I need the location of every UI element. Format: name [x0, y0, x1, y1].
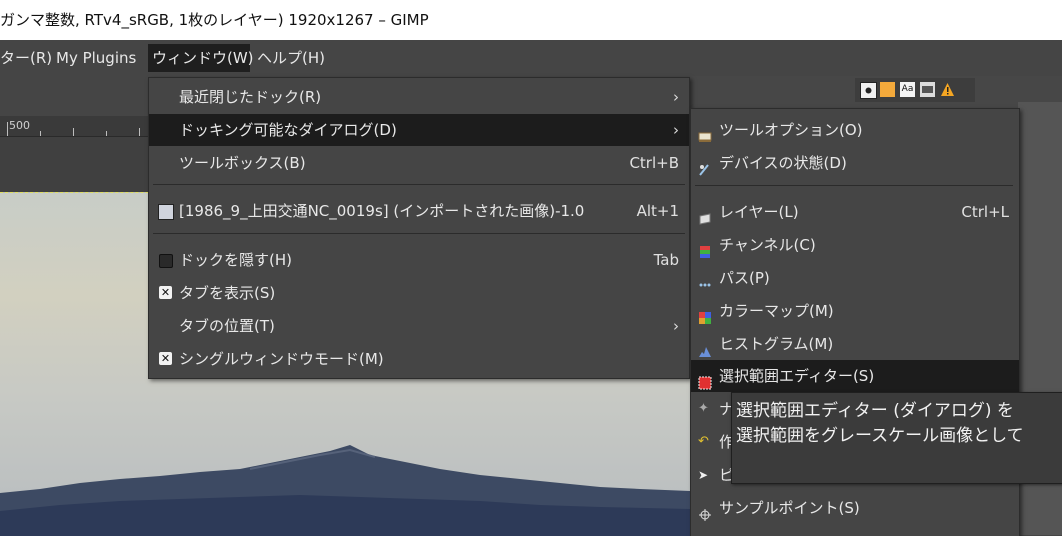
- checkbox-unchecked-icon: [159, 254, 173, 268]
- window-title: ガンマ整数, RTv4_sRGB, 1枚のレイヤー) 1920x1267 – G…: [0, 11, 429, 29]
- sample-points-item[interactable]: サンプルポイント(S): [691, 492, 1019, 524]
- chevron-right-icon: ›: [673, 121, 679, 139]
- tool-options-item[interactable]: ツールオプション(O): [691, 114, 1019, 146]
- ruler-label: 500: [9, 119, 30, 132]
- menu-item-label: 最近閉じたドック(R): [179, 88, 322, 106]
- fonts-icon[interactable]: Aa: [900, 82, 915, 97]
- menu-item-accel: Ctrl+L: [961, 203, 1009, 221]
- menu-item-accel: Tab: [653, 251, 679, 269]
- menu-separator: [695, 185, 1013, 186]
- tab-position-item[interactable]: タブの位置(T) ›: [149, 310, 689, 342]
- checkbox-checked-icon: ✕: [159, 352, 172, 365]
- menu-item-label: シングルウィンドウモード(M): [179, 350, 384, 368]
- menu-separator: [153, 184, 685, 185]
- layers-icon: [698, 205, 712, 225]
- colormap-item[interactable]: カラーマップ(M): [691, 295, 1019, 327]
- document-history-icon[interactable]: [920, 82, 935, 97]
- chevron-right-icon: ›: [673, 88, 679, 106]
- device-status-icon: [698, 156, 712, 176]
- menu-item-label: デバイスの状態(D): [719, 154, 847, 172]
- tool-options-icon: [698, 123, 712, 142]
- channels-icon: [698, 238, 712, 258]
- ruler-tick: [106, 131, 107, 136]
- ruler-tick: [7, 122, 8, 136]
- menu-item-label: ツールオプション(O): [719, 121, 863, 139]
- navigation-icon: ✦: [698, 401, 709, 416]
- menu-item-label: 選択範囲エディター(S): [719, 367, 875, 385]
- channels-item[interactable]: チャンネル(C): [691, 229, 1019, 261]
- menu-item-accel: Alt+1: [636, 202, 679, 220]
- pointer-icon: ➤: [698, 468, 709, 482]
- menu-item-label: パス(P): [719, 269, 770, 287]
- windows-menu: 最近閉じたドック(R) › ドッキング可能なダイアログ(D) › ツールボックス…: [148, 77, 690, 379]
- pointer-icon[interactable]: [860, 82, 877, 99]
- histogram-item[interactable]: ヒストグラム(M): [691, 328, 1019, 360]
- paths-item[interactable]: パス(P): [691, 262, 1019, 294]
- patterns-icon[interactable]: [880, 82, 895, 97]
- menu-item-label: サンプルポイント(S): [719, 499, 860, 517]
- image-window-toolbar-area: [0, 76, 150, 116]
- menu-help[interactable]: ヘルプ(H): [253, 44, 329, 72]
- dock-tab-bar: Aa: [855, 78, 975, 102]
- menu-windows[interactable]: ウィンドウ(W): [148, 44, 254, 72]
- canvas-padding: [0, 137, 150, 192]
- single-window-mode-item[interactable]: ✕ シングルウィンドウモード(M): [149, 343, 689, 375]
- checkbox-checked-icon: ✕: [159, 286, 172, 299]
- menu-bar: ター(R) My Plugins ウィンドウ(W) ヘルプ(H): [0, 40, 1062, 76]
- tooltip: 選択範囲エディター (ダイアログ) を 選択範囲をグレースケール画像として: [731, 392, 1062, 484]
- image-window-item[interactable]: [1986_9_上田交通NC_0019s] (インポートされた画像)-1.0 A…: [149, 195, 689, 227]
- tooltip-line: 選択範囲をグレースケール画像として: [736, 426, 1024, 446]
- menu-item-label: タブの位置(T): [179, 317, 275, 335]
- menu-item-label: チャンネル(C): [719, 236, 816, 254]
- window-title-bar: ガンマ整数, RTv4_sRGB, 1枚のレイヤー) 1920x1267 – G…: [0, 0, 1062, 40]
- device-status-item[interactable]: デバイスの状態(D): [691, 147, 1019, 179]
- menu-item-label: ドッキング可能なダイアログ(D): [179, 121, 397, 139]
- paths-icon: [698, 271, 712, 287]
- show-tabs-item[interactable]: ✕ タブを表示(S): [149, 277, 689, 309]
- ruler-tick: [40, 131, 41, 136]
- undo-history-icon: ↶: [698, 434, 709, 449]
- colormap-icon: [698, 304, 712, 324]
- recently-closed-docks-item[interactable]: 最近閉じたドック(R) ›: [149, 81, 689, 113]
- warning-icon[interactable]: [940, 82, 955, 97]
- chevron-right-icon: ›: [673, 317, 679, 335]
- menu-item-accel: Ctrl+B: [629, 154, 679, 172]
- tooltip-line: 選択範囲エディター (ダイアログ) を: [736, 401, 1014, 421]
- menu-filters[interactable]: ター(R): [0, 44, 56, 72]
- menu-separator: [153, 233, 685, 234]
- image-icon: [158, 204, 174, 220]
- sample-points-icon: [698, 501, 712, 521]
- menu-item-label: [1986_9_上田交通NC_0019s] (インポートされた画像)-1.0: [179, 202, 585, 220]
- menu-my-plugins[interactable]: My Plugins: [52, 44, 140, 72]
- menu-item-label: カラーマップ(M): [719, 302, 834, 320]
- selection-editor-item[interactable]: 選択範囲エディター(S): [691, 360, 1019, 392]
- menu-item-label: ツールボックス(B): [179, 154, 306, 172]
- ruler-tick: [139, 128, 140, 136]
- layers-item[interactable]: レイヤー(L) Ctrl+L: [691, 196, 1019, 228]
- ruler-tick: [73, 128, 74, 136]
- horizontal-ruler[interactable]: 500: [0, 116, 150, 137]
- dockable-dialogs-item[interactable]: ドッキング可能なダイアログ(D) ›: [149, 114, 689, 146]
- selection-editor-icon: [698, 369, 712, 390]
- menu-item-label: タブを表示(S): [179, 284, 276, 302]
- toolbox-item[interactable]: ツールボックス(B) Ctrl+B: [149, 147, 689, 179]
- menu-item-label: レイヤー(L): [719, 203, 799, 221]
- menu-item-label: ヒストグラム(M): [719, 335, 834, 353]
- hide-docks-item[interactable]: ドックを隠す(H) Tab: [149, 244, 689, 276]
- histogram-icon: [698, 337, 712, 357]
- menu-item-label: ドックを隠す(H): [179, 251, 292, 269]
